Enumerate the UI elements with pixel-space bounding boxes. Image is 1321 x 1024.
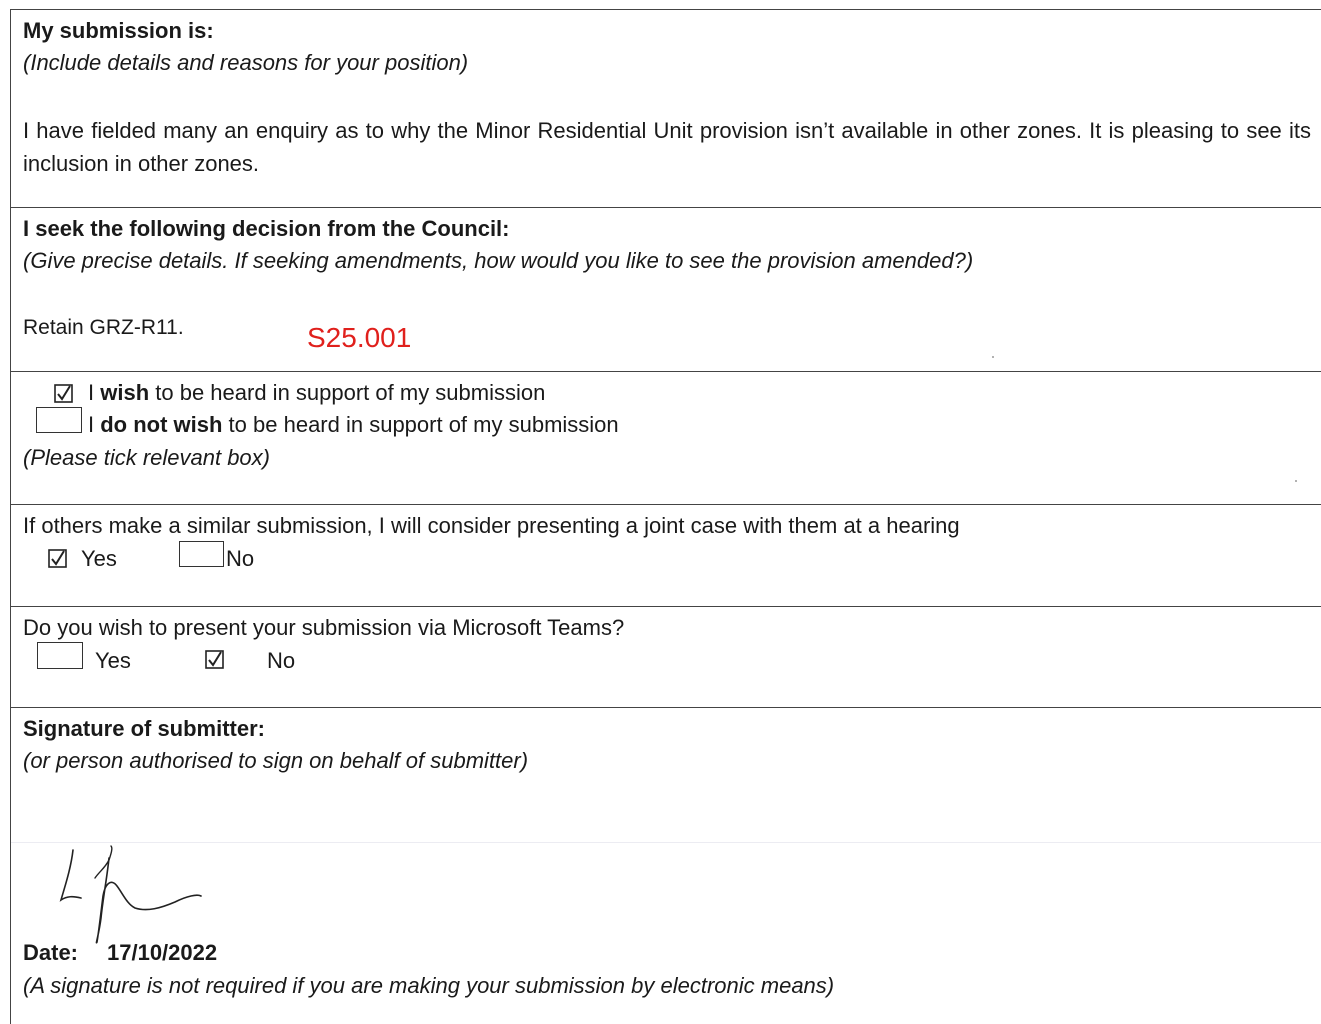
- teams-section: Do you wish to present your submission v…: [11, 607, 1321, 708]
- not-wish-prefix: I: [88, 412, 101, 437]
- hearing-section: I wish to be heard in support of my subm…: [11, 372, 1321, 505]
- teams-yes-label: Yes: [95, 648, 131, 673]
- checkbox-empty-icon[interactable]: [179, 541, 224, 567]
- decision-section: I seek the following decision from the C…: [11, 208, 1321, 372]
- scan-speck: [992, 356, 994, 358]
- submission-section: My submission is: (Include details and r…: [11, 10, 1321, 208]
- joint-case-question: If others make a similar submission, I w…: [23, 513, 960, 538]
- signature-section: Signature of submitter: (or person autho…: [11, 708, 1321, 1024]
- submission-reference-number: S25.001: [307, 322, 412, 353]
- teams-question: Do you wish to present your submission v…: [23, 615, 625, 640]
- date-value: 17/10/2022: [107, 940, 218, 965]
- decision-heading: I seek the following decision from the C…: [23, 216, 510, 241]
- not-wish-suffix: to be heard in support of my submission: [222, 412, 619, 437]
- signature-instruction: (or person authorised to sign on behalf …: [23, 748, 529, 773]
- scan-speck: [1295, 480, 1297, 482]
- wish-prefix: I: [88, 380, 101, 405]
- submission-heading: My submission is:: [23, 18, 214, 43]
- decision-instruction: (Give precise details. If seeking amendm…: [23, 248, 974, 273]
- wish-suffix: to be heard in support of my submission: [149, 380, 546, 405]
- decision-body: Retain GRZ-R11.: [23, 316, 184, 339]
- signature-note: (A signature is not required if you are …: [23, 973, 835, 998]
- checkbox-empty-icon[interactable]: [36, 407, 82, 433]
- hearing-instruction: (Please tick relevant box): [23, 445, 270, 470]
- handwritten-signature: [59, 845, 202, 944]
- not-wish-option-label: I do not wish to be heard in support of …: [88, 412, 619, 438]
- signature-heading: Signature of submitter:: [23, 716, 266, 741]
- checkbox-empty-icon[interactable]: [37, 642, 83, 669]
- submission-body: I have fielded many an enquiry as to why…: [23, 118, 1311, 176]
- joint-case-yes-label: Yes: [81, 546, 117, 571]
- checkbox-checked-icon[interactable]: [48, 549, 67, 568]
- joint-case-section: If others make a similar submission, I w…: [11, 505, 1321, 607]
- joint-case-no-label: No: [226, 546, 255, 571]
- not-wish-emphasis: do not wish: [100, 412, 223, 437]
- teams-no-label: No: [267, 648, 296, 673]
- submission-form: My submission is: (Include details and r…: [10, 9, 1321, 1024]
- checkbox-checked-icon[interactable]: [205, 650, 224, 669]
- date-label: Date:: [23, 940, 79, 965]
- wish-emphasis: wish: [100, 380, 150, 405]
- submission-instruction: (Include details and reasons for your po…: [23, 50, 469, 75]
- wish-option-label: I wish to be heard in support of my subm…: [88, 380, 545, 406]
- checkbox-checked-icon[interactable]: [54, 384, 73, 403]
